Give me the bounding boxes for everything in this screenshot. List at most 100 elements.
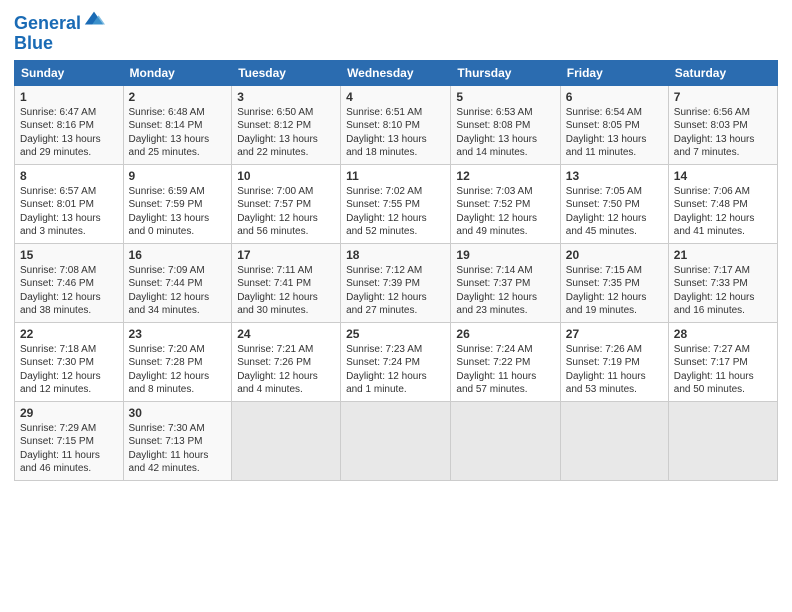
calendar-cell: 27 Sunrise: 7:26 AMSunset: 7:19 PMDayligh… [560, 322, 668, 401]
calendar-cell [560, 401, 668, 480]
day-info: Sunrise: 6:51 AMSunset: 8:10 PMDaylight:… [346, 106, 445, 160]
day-info: Sunrise: 7:09 AMSunset: 7:44 PMDaylight:… [129, 264, 227, 318]
day-info: Sunrise: 7:15 AMSunset: 7:35 PMDaylight:… [566, 264, 663, 318]
calendar-cell: 26 Sunrise: 7:24 AMSunset: 7:22 PMDayligh… [451, 322, 560, 401]
day-info: Sunrise: 7:27 AMSunset: 7:17 PMDaylight:… [674, 343, 772, 397]
day-number: 19 [456, 248, 554, 262]
calendar-cell: 16 Sunrise: 7:09 AMSunset: 7:44 PMDayligh… [123, 243, 232, 322]
day-info: Sunrise: 7:18 AMSunset: 7:30 PMDaylight:… [20, 343, 118, 397]
calendar-cell: 10Sunrise: 7:00 AMSunset: 7:57 PMDayligh… [232, 164, 341, 243]
day-number: 28 [674, 327, 772, 341]
calendar-cell: 22 Sunrise: 7:18 AMSunset: 7:30 PMDayligh… [15, 322, 124, 401]
day-number: 26 [456, 327, 554, 341]
calendar-cell: 14Sunrise: 7:06 AMSunset: 7:48 PMDayligh… [668, 164, 777, 243]
logo-icon [83, 8, 105, 30]
calendar-cell: 28 Sunrise: 7:27 AMSunset: 7:17 PMDayligh… [668, 322, 777, 401]
day-info: Sunrise: 7:30 AMSunset: 7:13 PMDaylight:… [129, 422, 227, 476]
day-info: Sunrise: 7:03 AMSunset: 7:52 PMDaylight:… [456, 185, 554, 239]
calendar-cell: 13 Sunrise: 7:05 AMSunset: 7:50 PMDayligh… [560, 164, 668, 243]
day-info: Sunrise: 7:02 AMSunset: 7:55 PMDaylight:… [346, 185, 445, 239]
col-saturday: Saturday [668, 60, 777, 85]
day-number: 17 [237, 248, 335, 262]
calendar-cell: 2Sunrise: 6:48 AMSunset: 8:14 PMDaylight… [123, 85, 232, 164]
day-number: 12 [456, 169, 554, 183]
col-wednesday: Wednesday [341, 60, 451, 85]
day-number: 22 [20, 327, 118, 341]
day-number: 25 [346, 327, 445, 341]
calendar-cell: 3Sunrise: 6:50 AMSunset: 8:12 PMDaylight… [232, 85, 341, 164]
calendar-header-row: Sunday Monday Tuesday Wednesday Thursday… [15, 60, 778, 85]
day-info: Sunrise: 7:24 AMSunset: 7:22 PMDaylight:… [456, 343, 554, 397]
day-info: Sunrise: 7:11 AMSunset: 7:41 PMDaylight:… [237, 264, 335, 318]
day-number: 13 [566, 169, 663, 183]
calendar-cell: 23Sunrise: 7:20 AMSunset: 7:28 PMDayligh… [123, 322, 232, 401]
day-number: 9 [129, 169, 227, 183]
calendar-table: Sunday Monday Tuesday Wednesday Thursday… [14, 60, 778, 481]
calendar-cell: 17 Sunrise: 7:11 AMSunset: 7:41 PMDayligh… [232, 243, 341, 322]
calendar-cell [341, 401, 451, 480]
day-number: 18 [346, 248, 445, 262]
day-number: 6 [566, 90, 663, 104]
day-number: 1 [20, 90, 118, 104]
day-info: Sunrise: 7:08 AMSunset: 7:46 PMDaylight:… [20, 264, 118, 318]
day-number: 29 [20, 406, 118, 420]
calendar-cell: 4 Sunrise: 6:51 AMSunset: 8:10 PMDaylight… [341, 85, 451, 164]
day-info: Sunrise: 7:05 AMSunset: 7:50 PMDaylight:… [566, 185, 663, 239]
day-info: Sunrise: 6:48 AMSunset: 8:14 PMDaylight:… [129, 106, 227, 160]
col-tuesday: Tuesday [232, 60, 341, 85]
day-info: Sunrise: 6:57 AMSunset: 8:01 PMDaylight:… [20, 185, 118, 239]
day-number: 8 [20, 169, 118, 183]
calendar-cell: 20 Sunrise: 7:15 AMSunset: 7:35 PMDayligh… [560, 243, 668, 322]
day-info: Sunrise: 7:23 AMSunset: 7:24 PMDaylight:… [346, 343, 445, 397]
day-info: Sunrise: 6:59 AMSunset: 7:59 PMDaylight:… [129, 185, 227, 239]
day-number: 15 [20, 248, 118, 262]
day-info: Sunrise: 7:20 AMSunset: 7:28 PMDaylight:… [129, 343, 227, 397]
day-info: Sunrise: 6:47 AMSunset: 8:16 PMDaylight:… [20, 106, 118, 160]
calendar-cell: 11 Sunrise: 7:02 AMSunset: 7:55 PMDayligh… [341, 164, 451, 243]
logo-text: General [14, 14, 81, 34]
calendar-cell: 9 Sunrise: 6:59 AMSunset: 7:59 PMDaylight… [123, 164, 232, 243]
day-info: Sunrise: 6:53 AMSunset: 8:08 PMDaylight:… [456, 106, 554, 160]
calendar-cell: 6 Sunrise: 6:54 AMSunset: 8:05 PMDaylight… [560, 85, 668, 164]
day-info: Sunrise: 7:26 AMSunset: 7:19 PMDaylight:… [566, 343, 663, 397]
calendar-week-row: 22 Sunrise: 7:18 AMSunset: 7:30 PMDayligh… [15, 322, 778, 401]
calendar-cell: 8 Sunrise: 6:57 AMSunset: 8:01 PMDaylight… [15, 164, 124, 243]
col-thursday: Thursday [451, 60, 560, 85]
calendar-cell: 25 Sunrise: 7:23 AMSunset: 7:24 PMDayligh… [341, 322, 451, 401]
col-monday: Monday [123, 60, 232, 85]
day-number: 5 [456, 90, 554, 104]
day-number: 4 [346, 90, 445, 104]
day-number: 27 [566, 327, 663, 341]
calendar-cell: 5 Sunrise: 6:53 AMSunset: 8:08 PMDaylight… [451, 85, 560, 164]
calendar-week-row: 1 Sunrise: 6:47 AMSunset: 8:16 PMDaylight… [15, 85, 778, 164]
page-container: General Blue Sunday Monday Tuesday We [0, 0, 792, 491]
day-number: 14 [674, 169, 772, 183]
day-number: 30 [129, 406, 227, 420]
day-number: 11 [346, 169, 445, 183]
day-info: Sunrise: 7:00 AMSunset: 7:57 PMDaylight:… [237, 185, 335, 239]
day-info: Sunrise: 6:56 AMSunset: 8:03 PMDaylight:… [674, 106, 772, 160]
day-info: Sunrise: 6:54 AMSunset: 8:05 PMDaylight:… [566, 106, 663, 160]
logo-text-blue: Blue [14, 34, 105, 54]
calendar-cell: 18Sunrise: 7:12 AMSunset: 7:39 PMDayligh… [341, 243, 451, 322]
calendar-cell: 30 Sunrise: 7:30 AMSunset: 7:13 PMDayligh… [123, 401, 232, 480]
calendar-cell: 15 Sunrise: 7:08 AMSunset: 7:46 PMDayligh… [15, 243, 124, 322]
page-header: General Blue [14, 10, 778, 54]
calendar-cell: 7Sunrise: 6:56 AMSunset: 8:03 PMDaylight… [668, 85, 777, 164]
day-info: Sunrise: 7:29 AMSunset: 7:15 PMDaylight:… [20, 422, 118, 476]
calendar-cell [451, 401, 560, 480]
day-number: 24 [237, 327, 335, 341]
day-info: Sunrise: 6:50 AMSunset: 8:12 PMDaylight:… [237, 106, 335, 160]
calendar-week-row: 15 Sunrise: 7:08 AMSunset: 7:46 PMDayligh… [15, 243, 778, 322]
calendar-cell: 21Sunrise: 7:17 AMSunset: 7:33 PMDayligh… [668, 243, 777, 322]
calendar-cell [232, 401, 341, 480]
col-friday: Friday [560, 60, 668, 85]
day-number: 16 [129, 248, 227, 262]
day-info: Sunrise: 7:14 AMSunset: 7:37 PMDaylight:… [456, 264, 554, 318]
calendar-cell: 1 Sunrise: 6:47 AMSunset: 8:16 PMDaylight… [15, 85, 124, 164]
day-info: Sunrise: 7:17 AMSunset: 7:33 PMDaylight:… [674, 264, 772, 318]
calendar-week-row: 29 Sunrise: 7:29 AMSunset: 7:15 PMDayligh… [15, 401, 778, 480]
calendar-cell: 19 Sunrise: 7:14 AMSunset: 7:37 PMDayligh… [451, 243, 560, 322]
calendar-cell: 24Sunrise: 7:21 AMSunset: 7:26 PMDayligh… [232, 322, 341, 401]
day-number: 20 [566, 248, 663, 262]
